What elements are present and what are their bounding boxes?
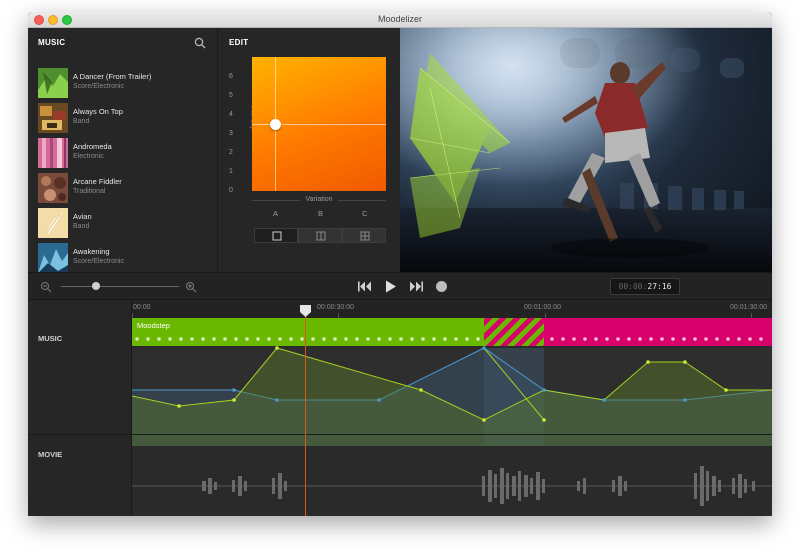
playhead-line	[305, 308, 306, 516]
song-genre: Electronic	[73, 153, 104, 160]
song-item-avian[interactable]: Avian Band	[38, 208, 213, 240]
variation-axis-label: Variation	[305, 196, 333, 203]
song-name: Awakening	[73, 247, 110, 256]
song-artwork	[38, 103, 68, 133]
video-frame-dancer	[400, 28, 772, 272]
y-tick: 2	[229, 149, 233, 156]
y-tick: 0	[229, 187, 233, 194]
music-panel: MUSIC A Dancer (From Trailer) Score/Elec…	[28, 28, 218, 275]
ruler-label: 00:00:30:00	[317, 304, 354, 311]
clip-segment-green[interactable]	[132, 318, 484, 346]
song-name: Always On Top	[73, 107, 123, 116]
timeline-tracks[interactable]	[131, 318, 772, 516]
edit-panel-title: EDIT	[229, 38, 249, 47]
ruler-label: 00:01:30:00	[730, 304, 767, 311]
track-header-column: MUSIC MOVIE	[28, 300, 132, 516]
skip-forward-icon[interactable]	[409, 281, 423, 292]
y-tick: 3	[229, 130, 233, 137]
song-genre: Traditional	[73, 188, 106, 195]
song-artwork	[38, 243, 68, 273]
split-columns-icon	[316, 231, 326, 241]
music-clip-label: Moodstep	[137, 321, 170, 330]
grid-view-button[interactable]	[342, 228, 386, 243]
title-bar: Moodelizer	[28, 12, 772, 28]
video-preview[interactable]	[400, 28, 772, 272]
search-icon[interactable]	[194, 37, 206, 49]
song-item-a-dancer[interactable]: A Dancer (From Trailer) Score/Electronic	[38, 68, 213, 100]
ruler-label: 00:01:00:00	[524, 304, 561, 311]
clip-segment-pink[interactable]	[544, 318, 772, 346]
timecode-seconds-frames: 27:16	[647, 282, 672, 291]
split-view-button[interactable]	[298, 228, 342, 243]
song-item-arcane-fiddler[interactable]: Arcane Fiddler Traditional	[38, 173, 213, 205]
play-icon[interactable]	[385, 280, 397, 293]
timecode-display: 00:00:27:16	[610, 278, 680, 295]
song-name: Andromeda	[73, 142, 112, 151]
pad-knob[interactable]	[270, 119, 281, 130]
time-ruler[interactable]: 00:00 00:00:30:00 00:01:00:00 00:01:30:0…	[132, 300, 772, 318]
y-tick: 6	[229, 73, 233, 80]
record-icon[interactable]	[435, 280, 448, 293]
movie-track-label: MOVIE	[38, 450, 63, 459]
variation-tick: B	[318, 209, 324, 218]
grid-icon	[360, 231, 370, 241]
song-item-awakening[interactable]: Awakening Score/Electronic	[38, 243, 213, 275]
ruler-label: 00:00	[133, 304, 151, 311]
zoom-slider-track[interactable]	[61, 286, 179, 287]
song-genre: Band	[73, 118, 90, 125]
song-genre: Score/Electronic	[73, 258, 124, 265]
playhead-handle[interactable]	[300, 305, 311, 317]
song-item-always-on-top[interactable]: Always On Top Band	[38, 103, 213, 135]
app-window: Moodelizer MUSIC A Dancer (From Trailer)…	[28, 12, 772, 516]
skip-back-icon[interactable]	[358, 281, 372, 292]
song-name: A Dancer (From Trailer)	[73, 72, 152, 81]
single-square-icon	[272, 231, 282, 241]
zoom-in-icon[interactable]	[185, 281, 197, 293]
song-artwork	[38, 68, 68, 98]
window-title: Moodelizer	[377, 14, 423, 24]
song-genre: Band	[73, 223, 90, 230]
song-genre: Score/Electronic	[73, 83, 124, 90]
timecode-hours-minutes: 00:00:	[618, 282, 648, 291]
music-panel-title: MUSIC	[38, 38, 66, 47]
song-name: Avian	[73, 212, 92, 221]
clip-segment-transition[interactable]	[484, 318, 544, 346]
song-name: Arcane Fiddler	[73, 177, 122, 186]
y-tick: 1	[229, 168, 233, 175]
track-divider	[28, 434, 772, 435]
zoom-out-icon[interactable]	[40, 281, 52, 293]
variation-tick: A	[273, 209, 279, 218]
variation-tick: C	[362, 209, 368, 218]
y-tick: 5	[229, 92, 233, 99]
edit-panel: EDIT 6 5 4 3 2 1 0 Intensity Variation A…	[219, 28, 399, 272]
y-tick: 4	[229, 111, 233, 118]
single-view-button[interactable]	[254, 228, 298, 243]
music-track-label: MUSIC	[38, 334, 63, 343]
mood-xy-pad[interactable]	[252, 57, 386, 191]
song-artwork	[38, 173, 68, 203]
timeline-canvas	[131, 318, 772, 516]
song-artwork	[38, 208, 68, 238]
song-artwork	[38, 138, 68, 168]
zoom-slider-thumb[interactable]	[92, 282, 100, 290]
transport-bar: 00:00:27:16	[28, 272, 772, 300]
song-item-andromeda[interactable]: Andromeda Electronic	[38, 138, 213, 170]
